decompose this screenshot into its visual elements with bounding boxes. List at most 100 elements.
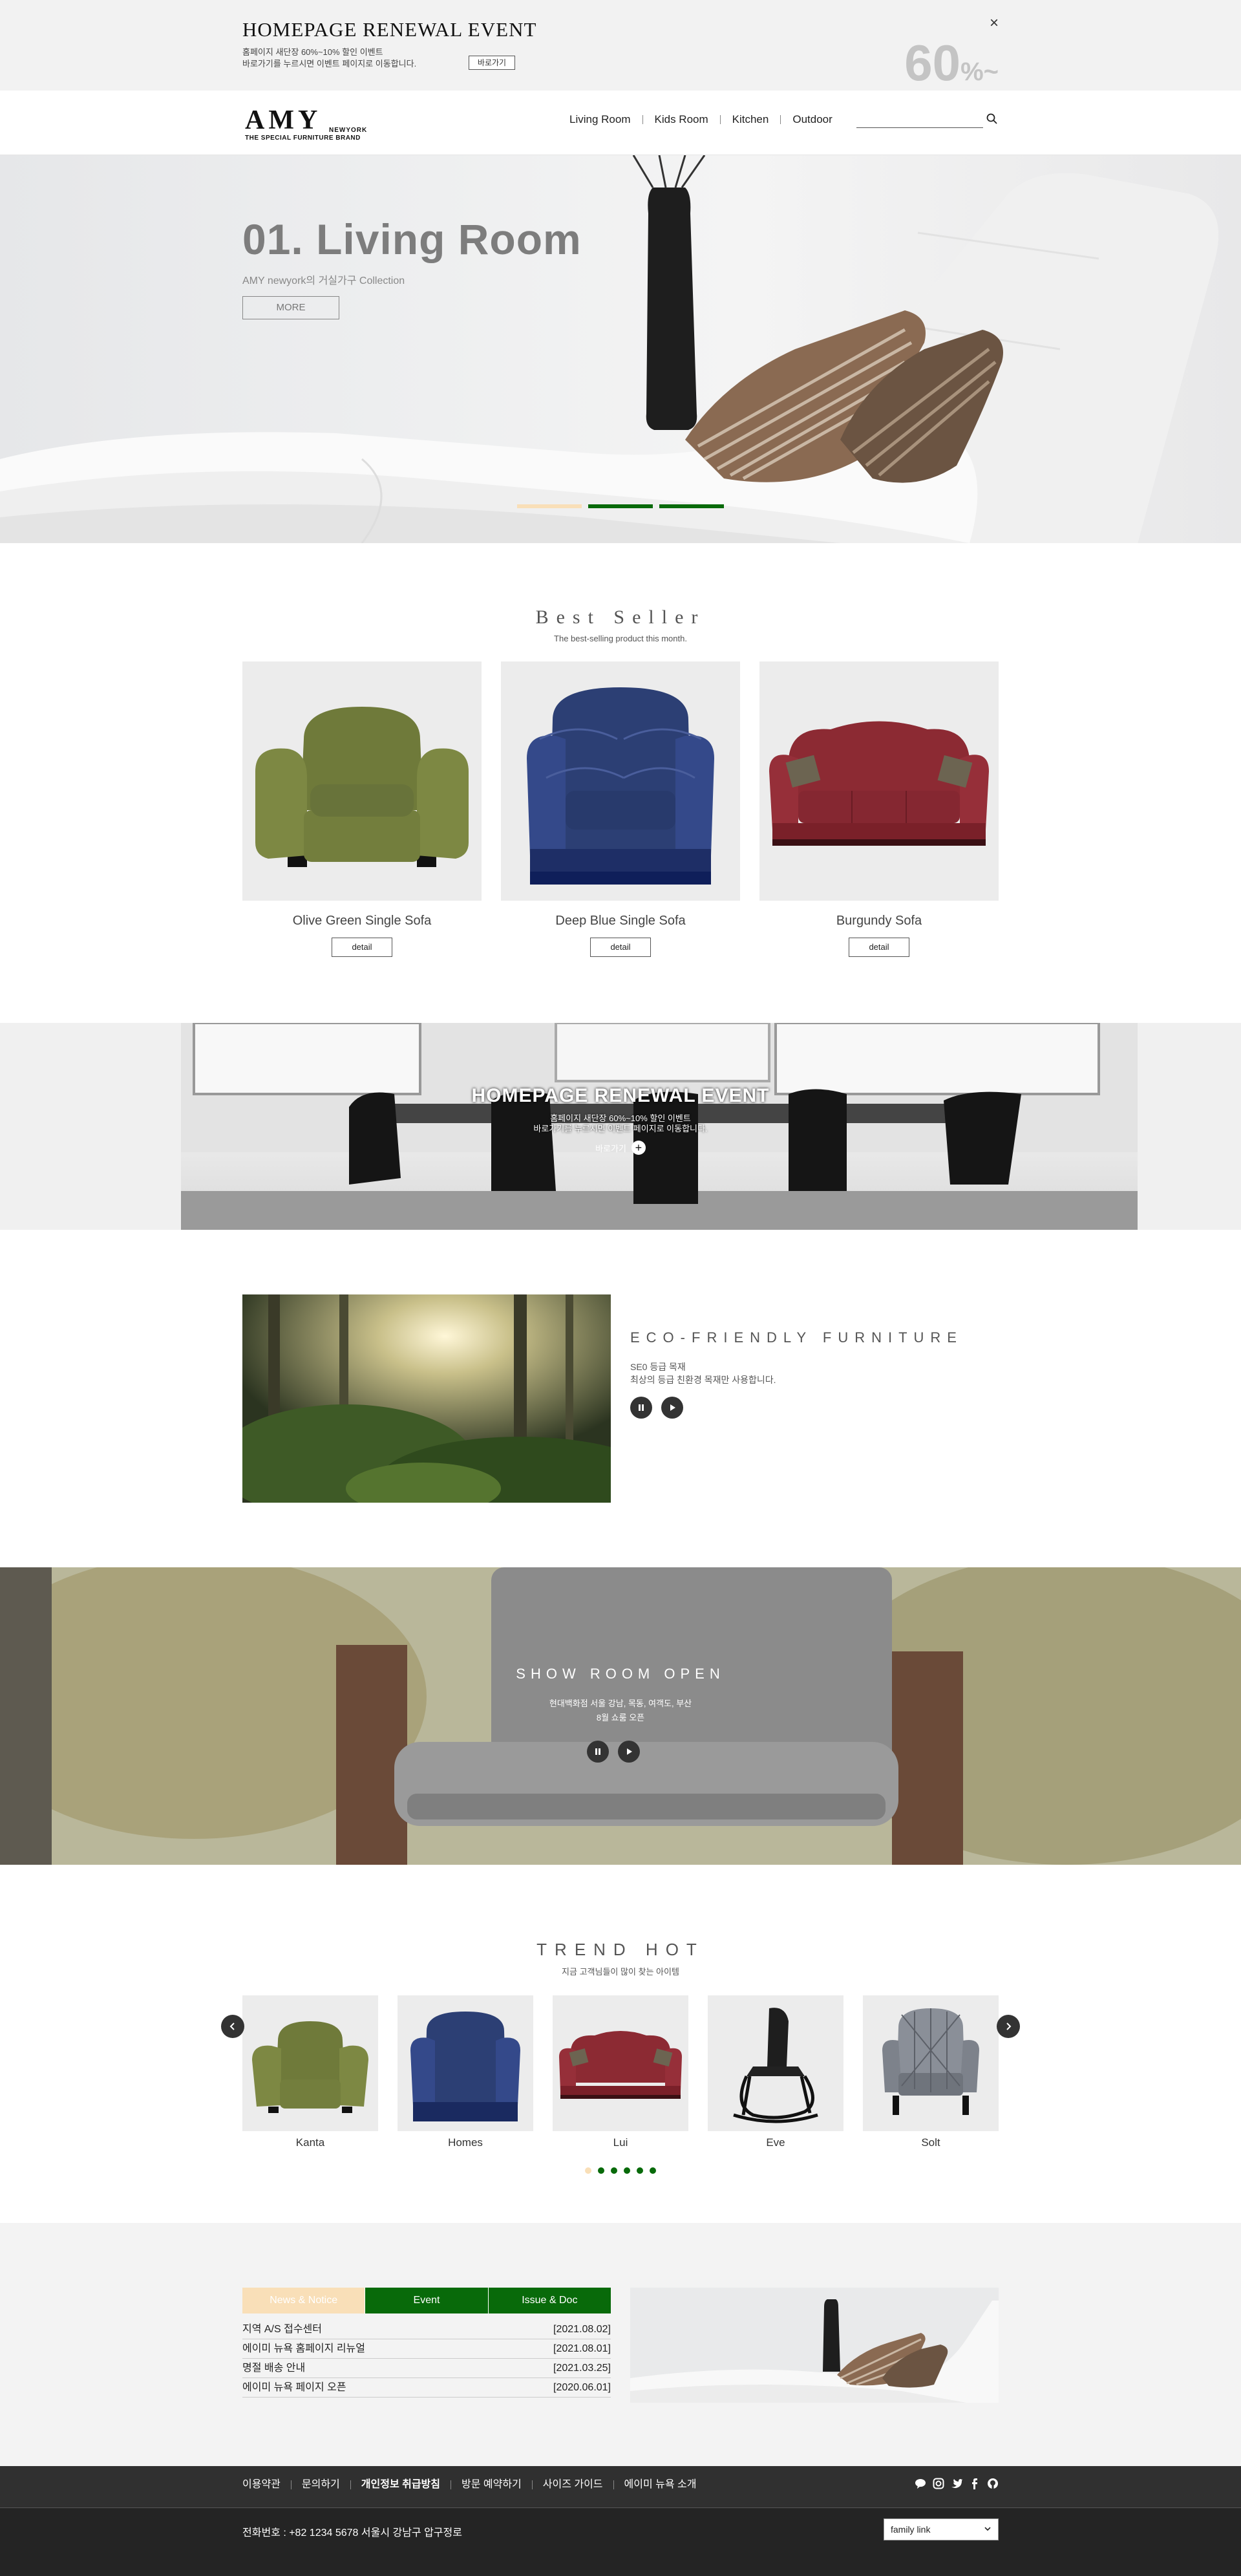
main-nav: Living Room Kids Room Kitchen Outdoor — [558, 114, 844, 125]
show-room-video-controls — [587, 1741, 640, 1763]
product-image-blue-sofa[interactable] — [501, 661, 740, 901]
trend-item-name: Kanta — [295, 2136, 325, 2149]
list-item[interactable]: 에이미 뉴욕 페이지 오픈 [2020.06.01] — [242, 2378, 611, 2398]
list-item[interactable]: 명절 배송 안내 [2021.03.25] — [242, 2359, 611, 2378]
nav-kitchen[interactable]: Kitchen — [719, 114, 781, 125]
notice-date: [2021.08.02] — [553, 2324, 611, 2335]
trend-dot[interactable] — [637, 2167, 643, 2174]
search-icon[interactable] — [986, 113, 999, 125]
hero-slide-indicator[interactable] — [588, 504, 653, 508]
notice-section: News & Notice Event Issue & Doc 지역 A/S 접… — [0, 2223, 1241, 2466]
close-icon[interactable]: × — [990, 16, 999, 31]
trend-card[interactable]: Kanta — [242, 1995, 378, 2149]
trend-dot[interactable] — [598, 2167, 604, 2174]
detail-button[interactable]: detail — [332, 938, 392, 957]
eco-line-2: 최상의 등급 친환경 목재만 사용합니다. — [630, 1375, 776, 1385]
hero-slider: 01. Living Room AMY newyork의 거실가구 Collec… — [0, 155, 1241, 543]
footer-link-visit[interactable]: 방문 예약하기 — [451, 2480, 532, 2490]
trend-pagination — [242, 2167, 999, 2174]
eco-video-controls — [630, 1397, 683, 1419]
percent-value: 60 — [904, 34, 961, 91]
event-more-link[interactable]: 바로가기 + — [595, 1141, 646, 1155]
footer-menu-bar: 이용약관 문의하기 개인정보 취급방침 방문 예약하기 사이즈 가이드 에이미 … — [0, 2466, 1241, 2507]
notice-tabs: News & Notice Event Issue & Doc — [242, 2288, 611, 2313]
tab-news-notice[interactable]: News & Notice — [242, 2288, 366, 2313]
trend-item-name: Eve — [766, 2136, 785, 2149]
hero-title: 01. Living Room — [242, 215, 582, 263]
trend-card[interactable]: Lui — [553, 1995, 688, 2149]
notice-date: [2021.08.01] — [553, 2343, 611, 2354]
trend-card[interactable]: Homes — [398, 1995, 533, 2149]
trend-dot[interactable] — [585, 2167, 591, 2174]
product-image-homes[interactable] — [398, 1995, 533, 2131]
hero-image — [0, 155, 1218, 543]
footer-link-about[interactable]: 에이미 뉴욕 소개 — [613, 2480, 707, 2490]
trend-card[interactable]: Eve — [708, 1995, 843, 2149]
twitter-icon[interactable] — [951, 2478, 962, 2489]
chevron-left-icon[interactable] — [221, 2015, 244, 2038]
nav-kids-room[interactable]: Kids Room — [642, 114, 720, 125]
event-line-2: 바로가기를 누르시면 이벤트 페이지로 이동합니다. — [533, 1124, 708, 1133]
top-banner-percent: 60%~ — [904, 38, 999, 88]
product-image-kanta[interactable] — [242, 1995, 378, 2131]
plus-icon[interactable]: + — [631, 1141, 646, 1155]
product-name: Olive Green Single Sofa — [292, 914, 432, 928]
footer-link-size-guide[interactable]: 사이즈 가이드 — [531, 2480, 613, 2490]
logo-tagline: THE SPECIAL FURNITURE BRAND — [245, 134, 361, 142]
forest-video[interactable] — [242, 1294, 611, 1503]
top-banner-shortcut-button[interactable]: 바로가기 — [469, 56, 515, 70]
play-icon[interactable] — [618, 1741, 640, 1763]
hero-pagination — [517, 504, 724, 508]
product-image-burgundy-sofa[interactable] — [759, 661, 999, 901]
trend-dot[interactable] — [611, 2167, 617, 2174]
search-input[interactable] — [856, 113, 983, 128]
footer-link-privacy[interactable]: 개인정보 취급방침 — [350, 2480, 451, 2490]
best-seller-title: Best Seller — [535, 606, 706, 628]
product-image-olive-sofa[interactable] — [242, 661, 482, 901]
nav-outdoor[interactable]: Outdoor — [780, 114, 843, 125]
nav-living-room[interactable]: Living Room — [558, 114, 642, 125]
facebook-icon[interactable] — [969, 2478, 981, 2489]
family-link-select[interactable]: family link — [884, 2518, 999, 2540]
hero-more-button[interactable]: MORE — [242, 296, 339, 319]
footer-address: 전화번호 : +82 1234 5678 서울시 강남구 압구정로 — [242, 2528, 462, 2538]
play-icon[interactable] — [661, 1397, 683, 1419]
pause-icon[interactable] — [630, 1397, 652, 1419]
notice-title[interactable]: 에이미 뉴욕 홈페이지 리뉴얼 — [242, 2339, 365, 2358]
event-title: HOMEPAGE RENEWAL EVENT — [471, 1085, 770, 1106]
show-room-line-1: 현대백화점 서울 강남, 목동, 여객도, 부산 — [549, 1699, 692, 1708]
logo[interactable]: AMY NEWYORK THE SPECIAL FURNITURE BRAND — [245, 107, 366, 142]
pause-icon[interactable] — [587, 1741, 609, 1763]
list-item[interactable]: 지역 A/S 접수센터 [2021.08.02] — [242, 2320, 611, 2339]
hero-slide-indicator[interactable] — [517, 504, 582, 508]
notice-title[interactable]: 명절 배송 안내 — [242, 2359, 305, 2377]
chat-icon[interactable] — [915, 2478, 926, 2489]
list-item[interactable]: 에이미 뉴욕 홈페이지 리뉴얼 [2021.08.01] — [242, 2339, 611, 2359]
notice-title[interactable]: 지역 A/S 접수센터 — [242, 2320, 322, 2339]
show-room-line-2: 8월 쇼룸 오픈 — [596, 1713, 645, 1723]
notice-title[interactable]: 에이미 뉴욕 페이지 오픈 — [242, 2378, 346, 2397]
trend-subtitle: 지금 고객님들이 많이 찾는 아이템 — [562, 1967, 679, 1977]
instagram-icon[interactable] — [933, 2478, 944, 2489]
tab-issue-doc[interactable]: Issue & Doc — [488, 2288, 611, 2313]
footer-link-terms[interactable]: 이용약관 — [242, 2480, 291, 2490]
trend-card[interactable]: Solt — [863, 1995, 999, 2149]
top-event-banner: HOMEPAGE RENEWAL EVENT 홈페이지 새단장 60%~10% … — [0, 0, 1241, 91]
detail-button[interactable]: detail — [590, 938, 651, 957]
tab-event[interactable]: Event — [365, 2288, 489, 2313]
notice-date: [2020.06.01] — [553, 2382, 611, 2393]
percent-suffix: %~ — [960, 58, 999, 86]
github-icon[interactable] — [987, 2478, 999, 2489]
chevron-down-icon — [984, 2524, 992, 2535]
hero-slide-indicator[interactable] — [659, 504, 724, 508]
footer-link-contact[interactable]: 문의하기 — [290, 2480, 350, 2490]
trend-dot[interactable] — [650, 2167, 656, 2174]
best-seller-section: Best Seller The best-selling product thi… — [0, 543, 1241, 1023]
product-image-lui[interactable] — [553, 1995, 688, 2131]
detail-button[interactable]: detail — [849, 938, 909, 957]
product-image-solt[interactable] — [863, 1995, 999, 2131]
product-image-eve[interactable] — [708, 1995, 843, 2131]
trend-dot[interactable] — [624, 2167, 630, 2174]
event-more-label: 바로가기 — [595, 1143, 626, 1154]
chevron-right-icon[interactable] — [997, 2015, 1020, 2038]
